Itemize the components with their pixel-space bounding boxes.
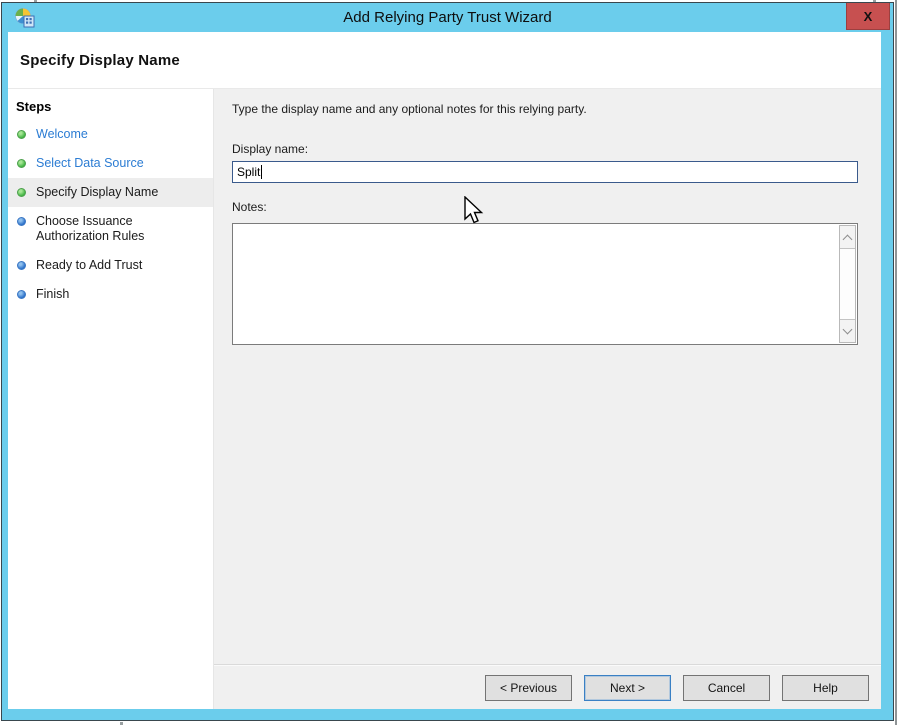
background-window-edge bbox=[895, 0, 897, 725]
display-name-value: Split bbox=[237, 165, 260, 179]
sidebar-step-ready-to-add-trust: Ready to Add Trust bbox=[8, 251, 213, 280]
step-label: Welcome bbox=[36, 127, 88, 142]
window-title: Add Relying Party Trust Wizard bbox=[2, 9, 893, 26]
sidebar-step-specify-display-name[interactable]: Specify Display Name bbox=[8, 178, 213, 207]
wizard-dialog: Add Relying Party Trust Wizard X Specify… bbox=[1, 2, 894, 721]
notes-label: Notes: bbox=[232, 200, 858, 214]
step-completed-icon bbox=[17, 188, 26, 197]
step-label: Finish bbox=[36, 287, 69, 302]
sidebar-step-welcome[interactable]: Welcome bbox=[8, 120, 213, 149]
sidebar-step-select-data-source[interactable]: Select Data Source bbox=[8, 149, 213, 178]
text-caret bbox=[261, 165, 262, 179]
close-icon: X bbox=[864, 9, 873, 24]
chevron-down-icon bbox=[843, 324, 853, 334]
step-label: Choose Issuance Authorization Rules bbox=[36, 214, 186, 244]
title-bar[interactable]: Add Relying Party Trust Wizard X bbox=[2, 3, 893, 32]
scroll-down-button[interactable] bbox=[840, 319, 855, 342]
step-label: Select Data Source bbox=[36, 156, 144, 171]
sidebar-step-choose-issuance-authorization-rules: Choose Issuance Authorization Rules bbox=[8, 207, 213, 251]
steps-heading: Steps bbox=[8, 97, 213, 120]
steps-sidebar: Steps Welcome Select Data Source Specify… bbox=[8, 89, 214, 709]
display-name-label: Display name: bbox=[232, 142, 858, 156]
page-title: Specify Display Name bbox=[20, 52, 180, 69]
step-completed-icon bbox=[17, 159, 26, 168]
step-upcoming-icon bbox=[17, 261, 26, 270]
cancel-button[interactable]: Cancel bbox=[683, 675, 770, 701]
previous-button[interactable]: < Previous bbox=[485, 675, 572, 701]
step-label: Ready to Add Trust bbox=[36, 258, 142, 273]
adfs-app-icon bbox=[14, 7, 35, 28]
content-spacer bbox=[214, 345, 881, 664]
dialog-body: Specify Display Name Steps Welcome Selec… bbox=[8, 32, 881, 709]
page-header: Specify Display Name bbox=[8, 32, 881, 89]
button-bar: < Previous Next > Cancel Help bbox=[214, 664, 881, 709]
chevron-up-icon bbox=[843, 234, 853, 244]
step-label: Specify Display Name bbox=[36, 185, 158, 200]
notes-textarea[interactable] bbox=[232, 223, 858, 345]
step-upcoming-icon bbox=[17, 290, 26, 299]
sidebar-step-finish: Finish bbox=[8, 280, 213, 309]
instruction-text: Type the display name and any optional n… bbox=[232, 102, 858, 116]
close-button[interactable]: X bbox=[846, 3, 890, 30]
content-pane: Type the display name and any optional n… bbox=[214, 89, 881, 709]
step-completed-icon bbox=[17, 130, 26, 139]
display-name-input[interactable]: Split bbox=[232, 161, 858, 183]
notes-scrollbar[interactable] bbox=[839, 225, 856, 343]
scroll-up-button[interactable] bbox=[840, 226, 855, 249]
next-button[interactable]: Next > bbox=[584, 675, 671, 701]
help-button[interactable]: Help bbox=[782, 675, 869, 701]
step-upcoming-icon bbox=[17, 217, 26, 226]
